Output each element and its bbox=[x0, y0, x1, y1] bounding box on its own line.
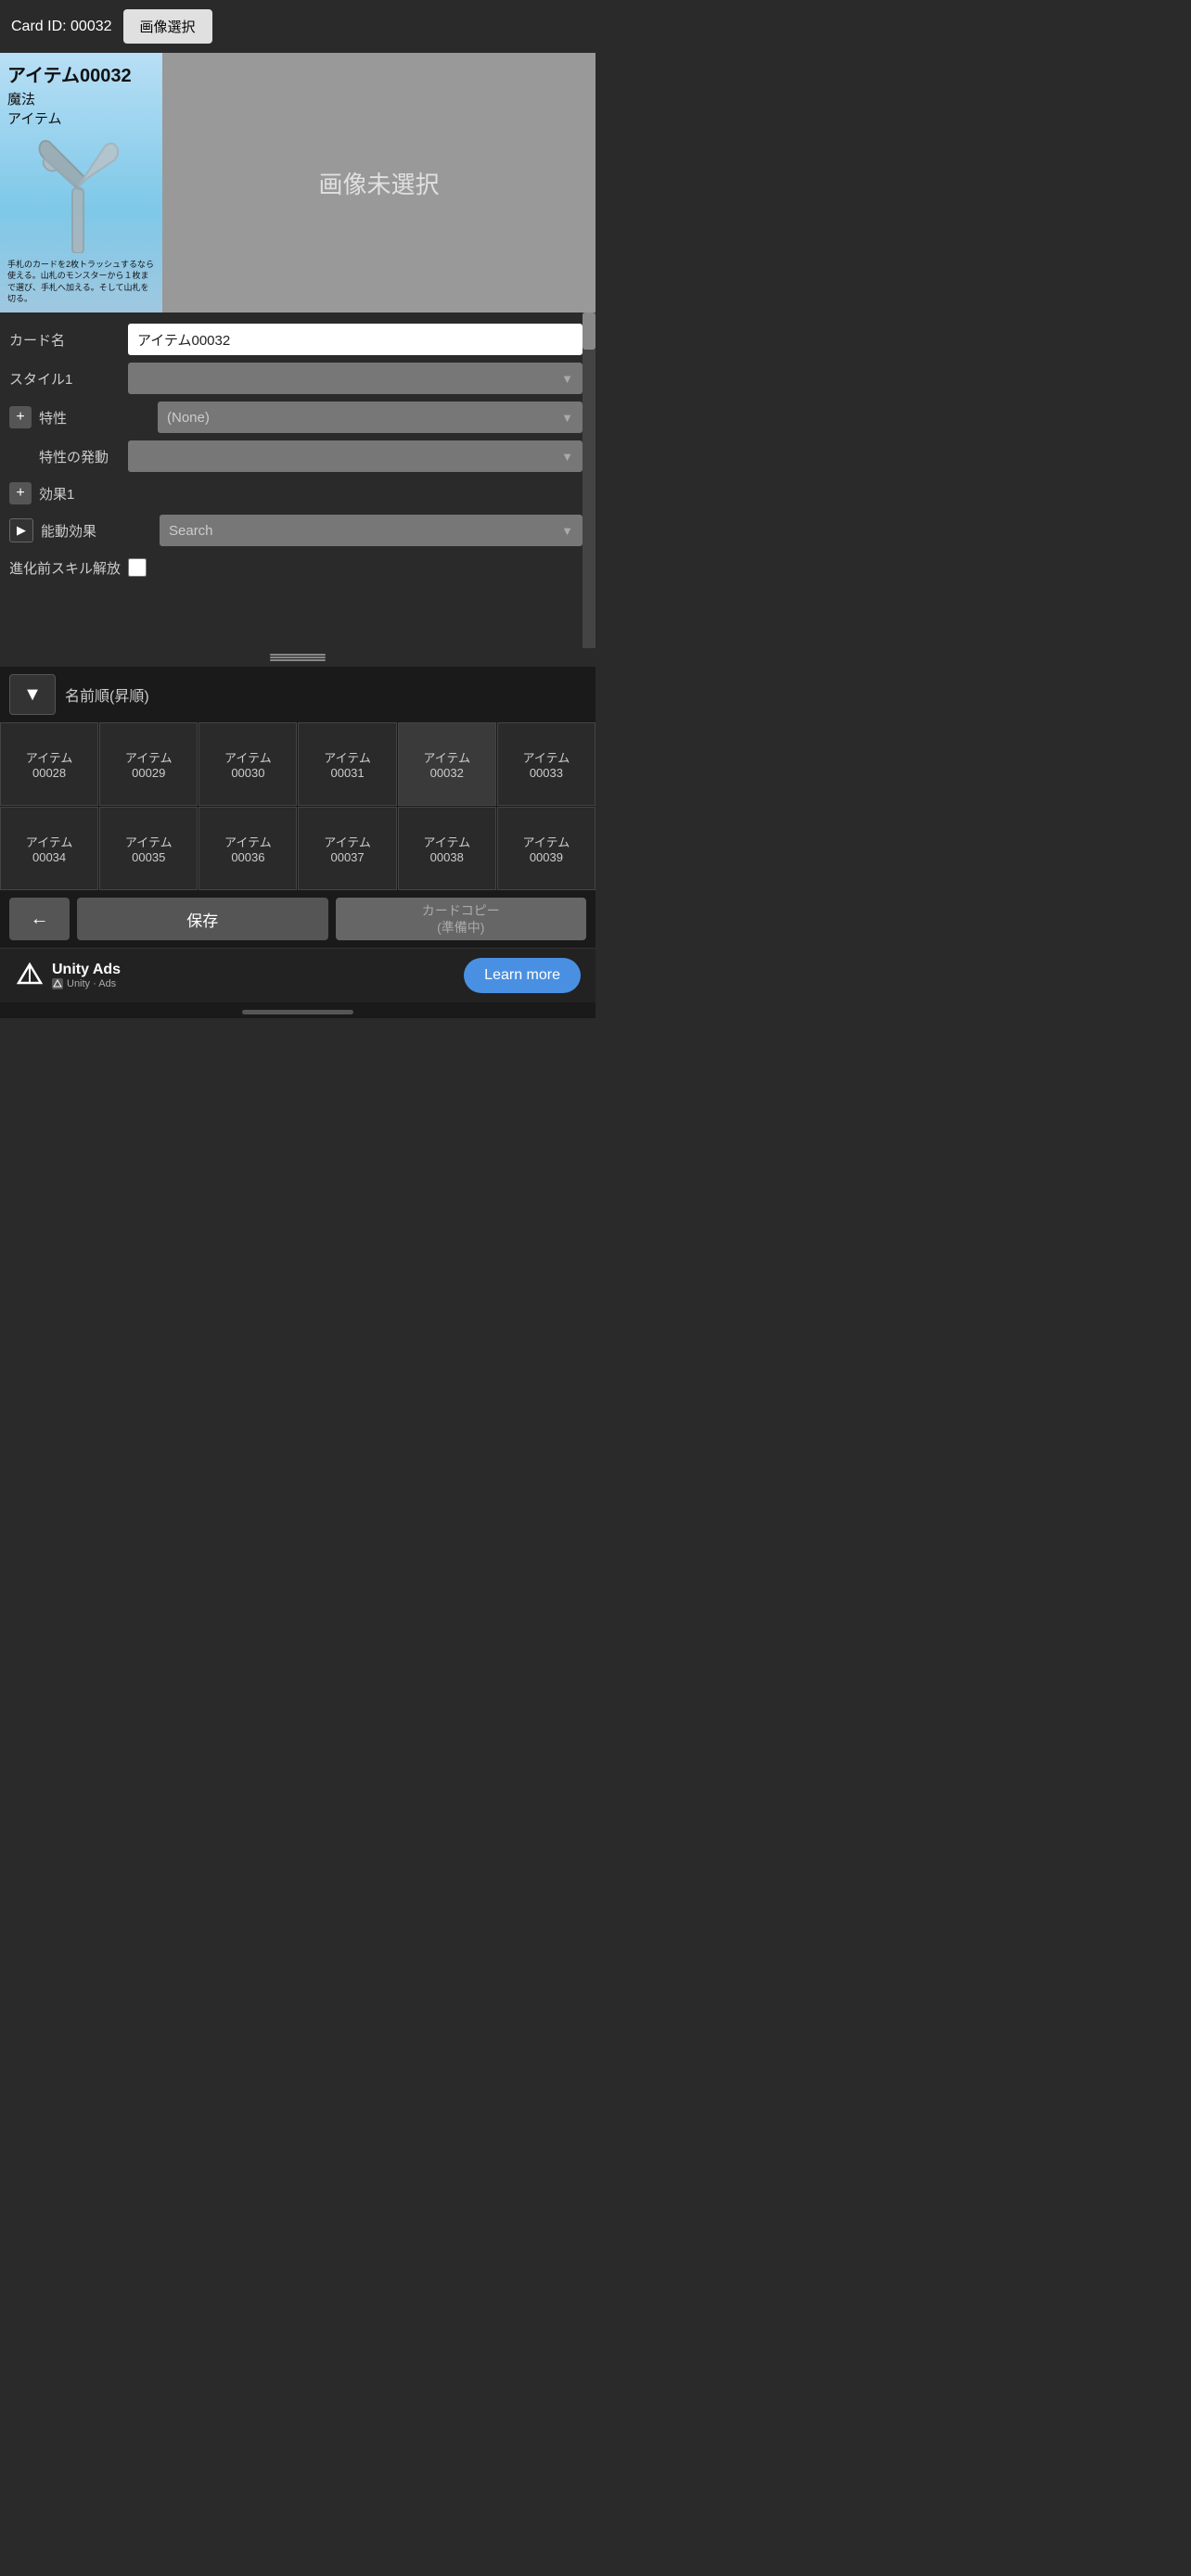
card-preview: アイテム00032 魔法 アイテム 手札のカードを2枚トラッシュするなら使える。… bbox=[0, 53, 162, 312]
style1-select[interactable] bbox=[128, 363, 583, 394]
copy-btn-line1: カードコピー bbox=[422, 903, 500, 918]
active-effect-label: 能動効果 bbox=[41, 521, 152, 541]
ad-banner: Unity Ads Unity · Ads Learn more bbox=[0, 948, 596, 1002]
unity-logo bbox=[15, 961, 45, 990]
ad-sub: Unity · Ads bbox=[52, 978, 121, 989]
back-button[interactable]: ← bbox=[9, 898, 70, 940]
active-effect-select[interactable]: Search bbox=[160, 515, 583, 546]
pre-evo-checkbox-area bbox=[128, 558, 147, 577]
card-id-label: Card ID: 00032 bbox=[11, 19, 112, 35]
card-copy-button[interactable]: カードコピー (準備中) bbox=[336, 898, 587, 940]
sort-direction-button[interactable]: ▼ bbox=[9, 674, 56, 715]
style1-select-wrapper: ▼ bbox=[128, 363, 583, 394]
list-item[interactable]: アイテム00029 bbox=[99, 722, 198, 806]
no-image-text: 画像未選択 bbox=[318, 166, 439, 200]
card-preview-title: アイテム00032 bbox=[7, 60, 155, 87]
drag-line-3 bbox=[270, 659, 326, 661]
preview-area: アイテム00032 魔法 アイテム 手札のカードを2枚トラッシュするなら使える。… bbox=[0, 53, 596, 312]
copy-btn-line2: (準備中) bbox=[437, 920, 484, 935]
card-name-input[interactable] bbox=[128, 324, 583, 355]
ad-left: Unity Ads Unity · Ads bbox=[15, 961, 121, 990]
home-indicator bbox=[0, 1002, 596, 1018]
active-effect-select-wrapper: Search ▼ bbox=[160, 515, 583, 546]
scrollbar-thumb[interactable] bbox=[583, 312, 596, 350]
trait-trigger-select[interactable] bbox=[128, 440, 583, 472]
trait-trigger-select-wrapper: ▼ bbox=[128, 440, 583, 472]
form-area: カード名 スタイル1 ▼ + 特性 (None) ▼ 特性の発動 ▼ bbox=[0, 312, 596, 648]
pickaxe-icon bbox=[31, 133, 133, 253]
trait-row: + 特性 (None) ▼ bbox=[0, 398, 596, 437]
pre-evo-checkbox[interactable] bbox=[128, 558, 147, 577]
list-item[interactable]: アイテム00039 bbox=[497, 807, 596, 890]
active-effect-row: ▶ 能動効果 Search ▼ bbox=[0, 511, 596, 550]
list-item[interactable]: アイテム00033 bbox=[497, 722, 596, 806]
pre-evo-label: 進化前スキル解放 bbox=[9, 558, 121, 578]
trait-label: 特性 bbox=[39, 408, 150, 427]
ad-text-group: Unity Ads Unity · Ads bbox=[52, 962, 121, 989]
effect1-add-button[interactable]: + bbox=[9, 482, 32, 504]
style1-label: スタイル1 bbox=[9, 369, 121, 389]
drag-line-1 bbox=[270, 654, 326, 656]
sort-label: 名前順(昇順) bbox=[65, 683, 149, 706]
action-bar: ← 保存 カードコピー (準備中) bbox=[0, 890, 596, 948]
effect1-label: 効果1 bbox=[39, 484, 150, 504]
list-item[interactable]: アイテム00032 bbox=[398, 722, 496, 806]
active-effect-play-button[interactable]: ▶ bbox=[9, 518, 33, 542]
sort-bar: ▼ 名前順(昇順) bbox=[0, 667, 596, 722]
card-image-area bbox=[7, 132, 155, 255]
drag-line-2 bbox=[270, 657, 326, 658]
card-name-label: カード名 bbox=[9, 330, 121, 350]
learn-more-button[interactable]: Learn more bbox=[464, 958, 581, 993]
card-name-row: カード名 bbox=[0, 320, 596, 359]
trait-add-button[interactable]: + bbox=[9, 406, 32, 428]
list-item[interactable]: アイテム00034 bbox=[0, 807, 98, 890]
list-item[interactable]: アイテム00037 bbox=[298, 807, 396, 890]
image-select-button[interactable]: 画像選択 bbox=[123, 9, 212, 44]
list-item[interactable]: アイテム00028 bbox=[0, 722, 98, 806]
effect1-row: + 効果1 bbox=[0, 476, 596, 511]
unity-icon bbox=[15, 961, 45, 990]
list-item[interactable]: アイテム00038 bbox=[398, 807, 496, 890]
drag-lines bbox=[270, 654, 326, 661]
form-spacer bbox=[0, 585, 596, 641]
style1-row: スタイル1 ▼ bbox=[0, 359, 596, 398]
scrollbar-track[interactable] bbox=[583, 312, 596, 648]
drag-handle[interactable] bbox=[0, 648, 596, 667]
home-bar bbox=[242, 1010, 353, 1014]
ad-title: Unity Ads bbox=[52, 962, 121, 978]
list-item[interactable]: アイテム00031 bbox=[298, 722, 396, 806]
card-description: 手札のカードを2枚トラッシュするなら使える。山札のモンスターから１枚まで選び、手… bbox=[7, 259, 155, 305]
trait-select-wrapper: (None) ▼ bbox=[158, 402, 583, 433]
list-item[interactable]: アイテム00030 bbox=[198, 722, 297, 806]
unity-small-icon bbox=[52, 978, 63, 989]
list-item[interactable]: アイテム00035 bbox=[99, 807, 198, 890]
top-bar: Card ID: 00032 画像選択 bbox=[0, 0, 596, 53]
save-button[interactable]: 保存 bbox=[77, 898, 328, 940]
list-item[interactable]: アイテム00036 bbox=[198, 807, 297, 890]
card-preview-type1: 魔法 bbox=[7, 89, 155, 108]
card-preview-type2: アイテム bbox=[7, 108, 155, 128]
no-image-panel: 画像未選択 bbox=[162, 53, 596, 312]
trait-select[interactable]: (None) bbox=[158, 402, 583, 433]
trait-trigger-label: 特性の発動 bbox=[9, 447, 121, 466]
card-grid: アイテム00028 アイテム00029 アイテム00030 アイテム00031 … bbox=[0, 722, 596, 890]
pre-evo-row: 進化前スキル解放 bbox=[0, 550, 596, 585]
trait-trigger-row: 特性の発動 ▼ bbox=[0, 437, 596, 476]
